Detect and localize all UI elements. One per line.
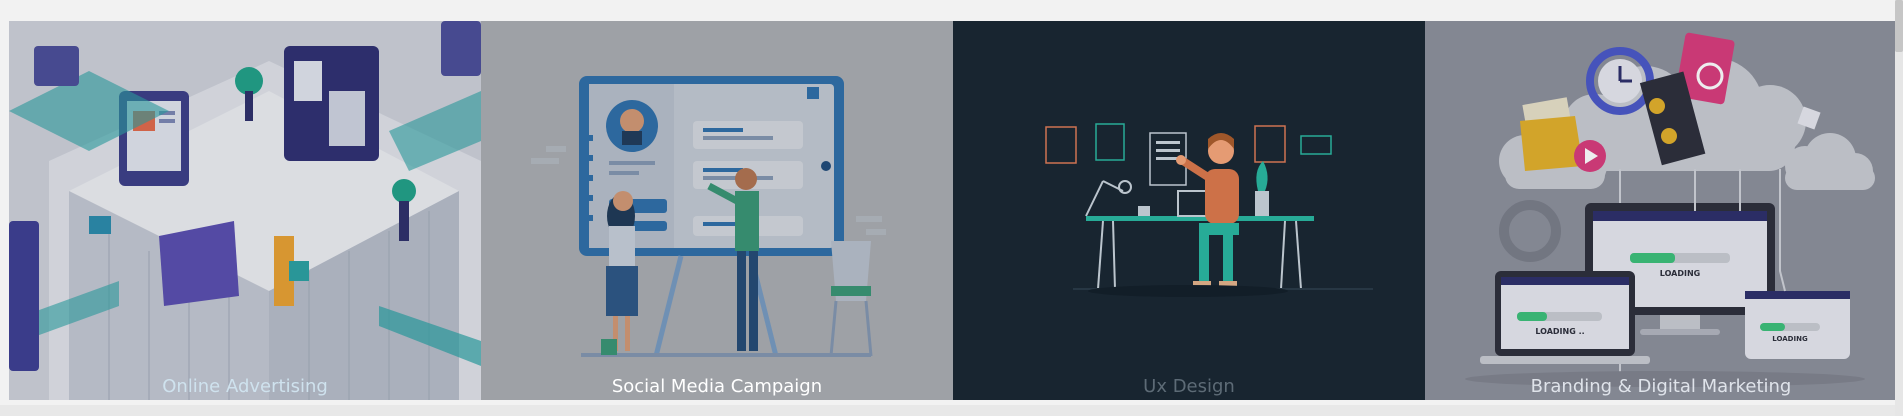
service-caption: Social Media Campaign [611, 376, 823, 397]
presentation-board-illustration [481, 21, 953, 400]
service-caption: Ux Design [1143, 376, 1235, 397]
monitor-loading-text: LOADING [1660, 269, 1700, 278]
phone-loading-text: LOADING [1772, 335, 1808, 343]
laptop-loading-text: LOADING .. [1535, 327, 1584, 336]
page-bottom-edge [0, 405, 1903, 416]
service-caption: Online Advertising [162, 376, 328, 397]
service-caption: Branding & Digital Marketing [1530, 376, 1792, 397]
service-card-branding-digital-marketing[interactable]: LOADING LOADING .. LOADING Branding & Di… [1425, 21, 1897, 400]
service-card-ux-design[interactable]: Ux Design [953, 21, 1425, 400]
designer-desk-illustration [953, 21, 1425, 400]
services-gallery: Online Advertising Social Media Campaign… [9, 21, 1897, 400]
service-card-social-media-campaign[interactable]: Social Media Campaign [481, 21, 953, 400]
service-card-online-advertising[interactable]: Online Advertising [9, 21, 481, 400]
cloud-devices-illustration: LOADING LOADING .. LOADING [1425, 21, 1897, 400]
scrollbar-thumb[interactable] [1895, 0, 1903, 52]
isometric-city-illustration [9, 21, 481, 400]
page-scrollbar[interactable] [1895, 0, 1903, 416]
